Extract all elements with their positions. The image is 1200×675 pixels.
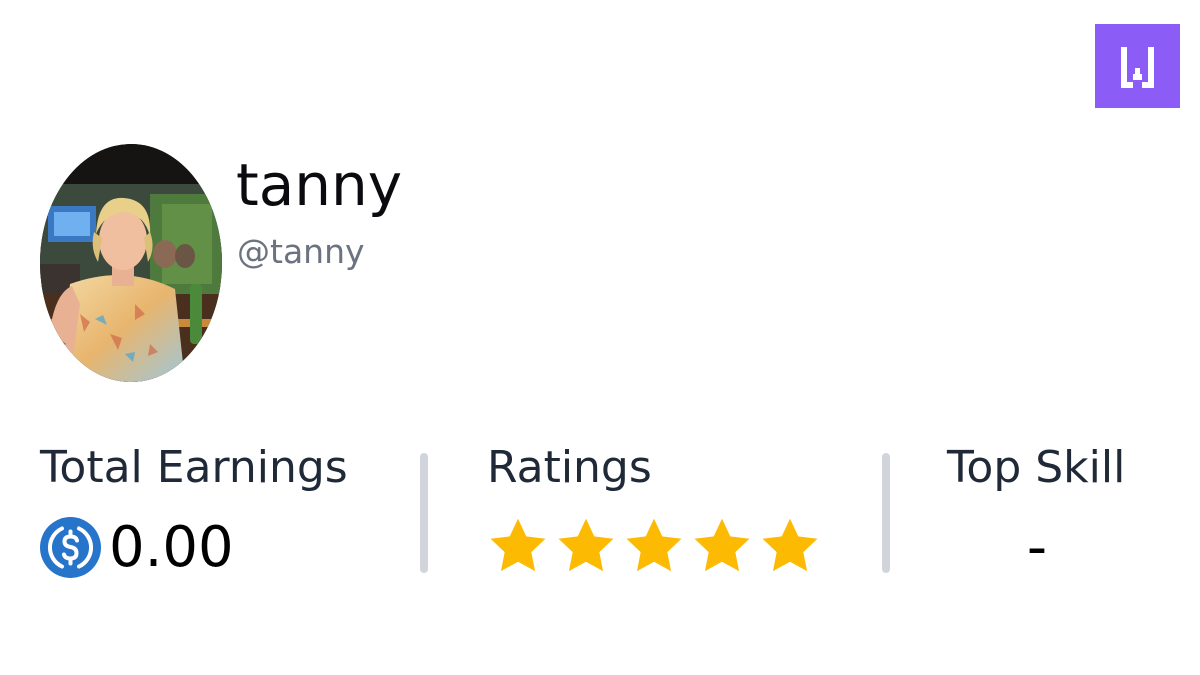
star-icon xyxy=(486,514,550,578)
display-name: tanny xyxy=(236,151,403,219)
ratings-label: Ratings xyxy=(487,442,652,493)
top-skill-label: Top Skill xyxy=(947,442,1126,493)
total-earnings-label: Total Earnings xyxy=(40,442,348,493)
rating-stars xyxy=(486,514,822,578)
star-icon xyxy=(622,514,686,578)
top-skill-value: - xyxy=(1026,515,1048,580)
w-logo-icon[interactable] xyxy=(1095,24,1180,108)
stat-divider xyxy=(882,453,890,573)
usdc-coin-icon xyxy=(40,517,101,578)
stat-divider xyxy=(420,453,428,573)
star-icon xyxy=(554,514,618,578)
total-earnings-value: 0.00 xyxy=(109,515,234,580)
profile-card: tanny @tanny Total Earnings Ratings Top … xyxy=(0,0,1200,675)
star-icon xyxy=(758,514,822,578)
star-icon xyxy=(690,514,754,578)
user-avatar[interactable] xyxy=(40,144,222,382)
username-handle[interactable]: @tanny xyxy=(237,232,365,272)
